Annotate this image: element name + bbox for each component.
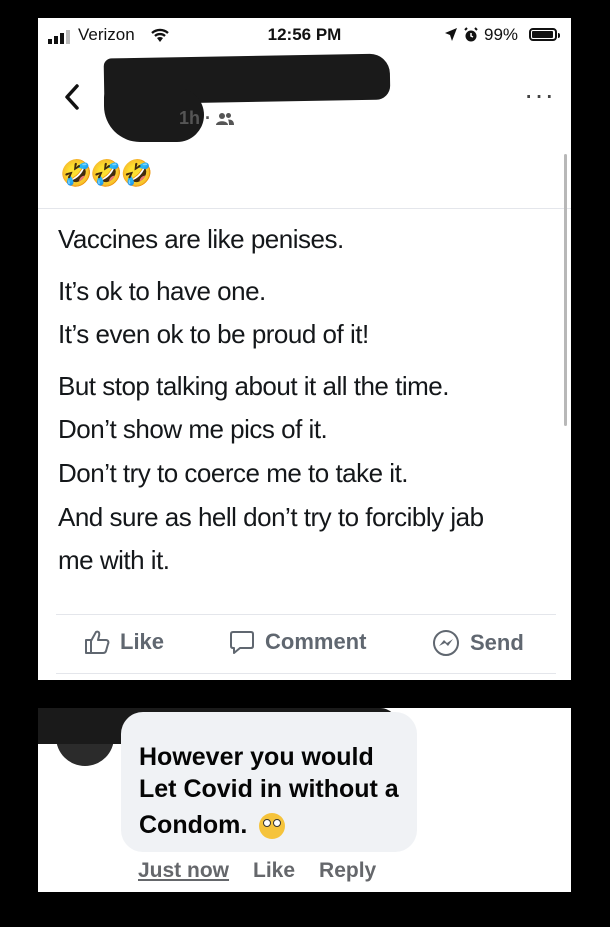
tweet-line: But stop talking about it all the time. <box>58 370 449 401</box>
comment-line: However you would <box>139 743 374 771</box>
battery-icon <box>529 28 560 41</box>
status-bar: Verizon 12:56 PM 99% <box>38 18 571 52</box>
tweet-line: Don’t try to coerce me to take it. <box>58 457 409 488</box>
comment-text: However you would Let Covid in without a… <box>139 741 399 841</box>
comment-card: However you would Let Covid in without a… <box>38 708 571 892</box>
thumbs-up-icon <box>85 630 110 654</box>
divider <box>38 208 571 209</box>
send-button[interactable]: Send <box>432 629 524 657</box>
like-label: Like <box>120 629 165 654</box>
alarm-icon <box>464 27 478 42</box>
tweet-line: And sure as hell don’t try to forcibly j… <box>58 501 484 532</box>
tweet-line: It’s ok to have one. <box>58 275 266 306</box>
comment-button[interactable]: Comment <box>229 629 366 655</box>
comment-label: Comment <box>265 629 367 654</box>
location-arrow-icon <box>445 28 457 41</box>
comment-bubble-icon <box>230 631 254 654</box>
comment-like-button[interactable]: Like <box>253 859 295 883</box>
post-card: Verizon 12:56 PM 99% 1h · ··· 🤣🤣🤣 Vaccin… <box>38 18 571 680</box>
comment-actions: Just now Like Reply <box>138 859 376 883</box>
post-timestamp: 1h · <box>179 108 212 128</box>
comment-reply-button[interactable]: Reply <box>319 859 376 883</box>
comment-line: Let Covid in without a <box>139 775 399 803</box>
post-caption: 🤣🤣🤣 <box>60 158 153 188</box>
flushed-face-icon <box>259 813 286 840</box>
shared-tweet-text: Vaccines are like penises. It’s ok to ha… <box>58 218 568 583</box>
post-action-bar: Like Comment Send <box>56 614 556 674</box>
back-chevron-icon[interactable] <box>60 80 84 114</box>
tweet-line: Vaccines are like penises. <box>58 224 344 254</box>
tweet-line: It’s even ok to be proud of it! <box>58 319 369 350</box>
tweet-line: Don’t show me pics of it. <box>58 414 328 445</box>
battery-percent: 99% <box>484 25 519 44</box>
comment-line: Condom. <box>139 811 248 839</box>
post-meta: 1h · <box>179 108 235 129</box>
tweet-line: me with it. <box>58 545 170 576</box>
send-label: Send <box>470 630 524 655</box>
comment-timestamp-link[interactable]: Just now <box>138 859 229 883</box>
more-options-icon[interactable]: ··· <box>524 81 555 109</box>
messenger-icon <box>433 630 459 656</box>
friends-audience-icon <box>216 112 235 125</box>
like-button[interactable]: Like <box>84 629 164 655</box>
